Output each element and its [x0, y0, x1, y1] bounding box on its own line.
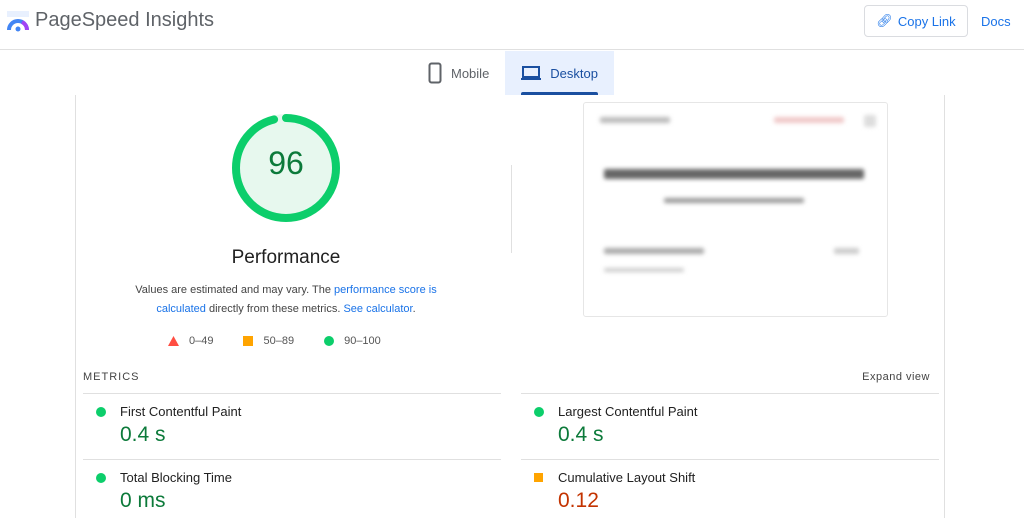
metric-name: First Contentful Paint: [120, 404, 242, 419]
tab-label: Desktop: [550, 65, 598, 81]
circle-icon: [324, 336, 335, 346]
docs-link[interactable]: Docs: [981, 14, 1011, 29]
metric-name: Largest Contentful Paint: [558, 404, 698, 419]
expand-view-toggle[interactable]: Expand view: [862, 371, 930, 383]
pass-circle-icon: [96, 407, 106, 417]
metric-lcp: Largest Contentful Paint 0.4 s: [521, 393, 939, 457]
metric-value: 0 ms: [120, 489, 166, 512]
header: PageSpeed Insights 🔗︎ Copy Link Docs: [0, 0, 1024, 50]
report-panel: 96 Performance Values are estimated and …: [75, 95, 945, 518]
page-screenshot-thumbnail: [583, 102, 888, 317]
pass-circle-icon: [534, 407, 544, 417]
score-label: Performance: [231, 247, 341, 268]
legend-fail: 0–49: [168, 335, 213, 347]
score-description: Values are estimated and may vary. The p…: [116, 281, 456, 319]
average-square-icon: [534, 473, 543, 482]
legend-label: 90–100: [344, 335, 381, 347]
tab-desktop[interactable]: Desktop: [505, 51, 614, 95]
triangle-icon: [168, 336, 179, 346]
metric-value: 0.4 s: [120, 423, 166, 446]
square-icon: [243, 336, 254, 346]
metric-name: Total Blocking Time: [120, 470, 232, 485]
tab-mobile[interactable]: Mobile: [412, 51, 505, 95]
desc-text: Values are estimated and may vary. The: [135, 284, 334, 296]
tab-label: Mobile: [451, 65, 490, 81]
link-icon: 🔗︎: [876, 13, 893, 28]
divider: [511, 165, 512, 253]
legend-pass: 90–100: [324, 335, 381, 347]
mobile-icon: [428, 62, 442, 84]
metric-cls: Cumulative Layout Shift 0.12: [521, 459, 939, 523]
device-tabs: Mobile Desktop: [412, 51, 614, 95]
desc-text: .: [412, 303, 416, 315]
legend-average: 50–89: [243, 335, 294, 347]
copy-link-button[interactable]: 🔗︎ Copy Link: [864, 5, 968, 37]
app-title: PageSpeed Insights: [35, 9, 215, 31]
legend-label: 50–89: [263, 335, 295, 347]
metrics-heading: METRICS: [83, 371, 140, 383]
desc-text: directly from these metrics.: [205, 303, 344, 315]
score-legend: 0–49 50–89 90–100: [168, 335, 381, 347]
laptop-icon: [521, 66, 542, 80]
copy-link-label: Copy Link: [897, 13, 956, 29]
legend-label: 0–49: [189, 335, 214, 347]
pass-circle-icon: [96, 473, 106, 483]
see-calculator-link[interactable]: See calculator: [343, 303, 412, 315]
metric-name: Cumulative Layout Shift: [558, 470, 696, 485]
metric-fcp: First Contentful Paint 0.4 s: [83, 393, 501, 457]
pagespeed-logo-icon: [7, 11, 29, 32]
metric-value: 0.4 s: [558, 423, 604, 446]
metric-value: 0.12: [558, 489, 599, 512]
metric-tbt: Total Blocking Time 0 ms: [83, 459, 501, 523]
performance-score: 96: [268, 145, 304, 181]
